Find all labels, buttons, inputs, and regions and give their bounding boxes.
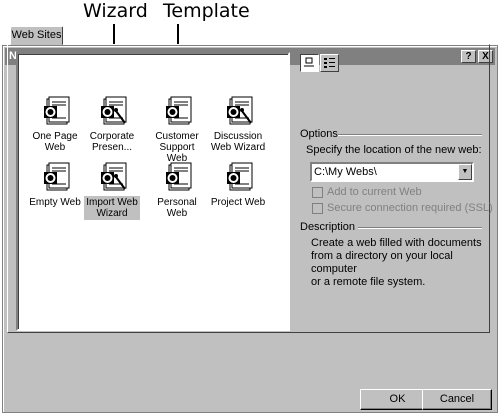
template-callout-label: Template: [163, 0, 250, 22]
add-to-current-checkbox[interactable]: [312, 187, 323, 198]
web-wizard-icon: [81, 96, 143, 128]
web-type-label-line: Customer: [155, 131, 199, 142]
web-type-item[interactable]: Empty Web: [24, 162, 86, 209]
large-icons-view-button[interactable]: [300, 54, 319, 72]
web-template-icon: [207, 162, 269, 194]
secure-connection-checkbox[interactable]: [312, 203, 323, 214]
web-type-label: Import Web Wizard: [84, 196, 140, 220]
web-type-item[interactable]: One Page Web: [24, 96, 86, 154]
location-combobox[interactable]: C:\My Webs\ ▼: [310, 162, 474, 182]
web-wizard-icon: [207, 96, 269, 128]
description-text: Create a web filled with documents from …: [311, 237, 500, 289]
description-divider: [358, 227, 482, 229]
web-type-label-line: Wizard: [96, 208, 128, 219]
web-template-icon: [24, 162, 86, 194]
web-type-label-line: One Page: [32, 131, 78, 142]
web-type-item[interactable]: Personal Web: [146, 162, 208, 220]
web-type-label-line: Import Web: [86, 197, 138, 208]
options-group-title: Options: [300, 128, 338, 140]
web-type-label: Personal Web: [146, 196, 208, 220]
location-value[interactable]: C:\My Webs\: [314, 166, 377, 178]
description-line: Create a web filled with documents: [311, 237, 482, 249]
web-template-icon: [146, 96, 208, 128]
location-label: Specify the location of the new web:: [306, 144, 482, 156]
large-icons-icon: [304, 57, 314, 67]
list-view-button[interactable]: [320, 54, 339, 72]
description-group-title: Description: [300, 221, 356, 233]
web-type-label-line: Web Wizard: [210, 142, 266, 153]
web-type-label: Empty Web: [27, 196, 83, 209]
description-line: from a directory on your local computer: [311, 250, 453, 275]
web-type-item[interactable]: Import Web Wizard: [81, 162, 143, 220]
tab-web-sites[interactable]: Web Sites: [10, 26, 63, 45]
web-type-item[interactable]: Discussion Web Wizard: [207, 96, 269, 154]
web-type-label: Discussion Web Wizard: [209, 130, 267, 154]
description-line: or a remote file system.: [311, 276, 426, 288]
web-type-label-line: Web: [44, 142, 66, 153]
web-type-label: Customer Support Web: [146, 130, 208, 165]
web-wizard-icon: [81, 162, 143, 194]
web-type-label-line: Presen...: [91, 142, 133, 153]
list-view-icon: [324, 58, 335, 68]
web-type-label-line: Personal Web: [157, 197, 197, 219]
web-type-label-line: Support Web: [159, 142, 195, 164]
web-type-item[interactable]: Project Web: [207, 162, 269, 209]
web-type-label-line: Empty Web: [29, 197, 81, 208]
web-page-icon: [24, 96, 86, 128]
web-type-label: Project Web: [209, 196, 267, 209]
web-type-label-line: Corporate: [89, 131, 135, 142]
dropdown-arrow-icon[interactable]: ▼: [458, 164, 472, 180]
secure-connection-label: Secure connection required (SSL): [327, 202, 493, 214]
web-type-item[interactable]: Corporate Presen...: [81, 96, 143, 154]
web-type-label: One Page Web: [30, 130, 79, 154]
web-type-label: Corporate Presen...: [88, 130, 136, 154]
add-to-current-label: Add to current Web: [327, 186, 422, 198]
wizard-callout-label: Wizard: [83, 0, 148, 22]
options-divider: [338, 134, 482, 136]
web-type-label-line: Discussion: [213, 131, 263, 142]
web-type-label-line: Project Web: [210, 197, 266, 208]
web-template-icon: [146, 162, 208, 194]
web-type-item[interactable]: Customer Support Web: [146, 96, 208, 165]
cancel-button[interactable]: Cancel: [422, 389, 492, 410]
